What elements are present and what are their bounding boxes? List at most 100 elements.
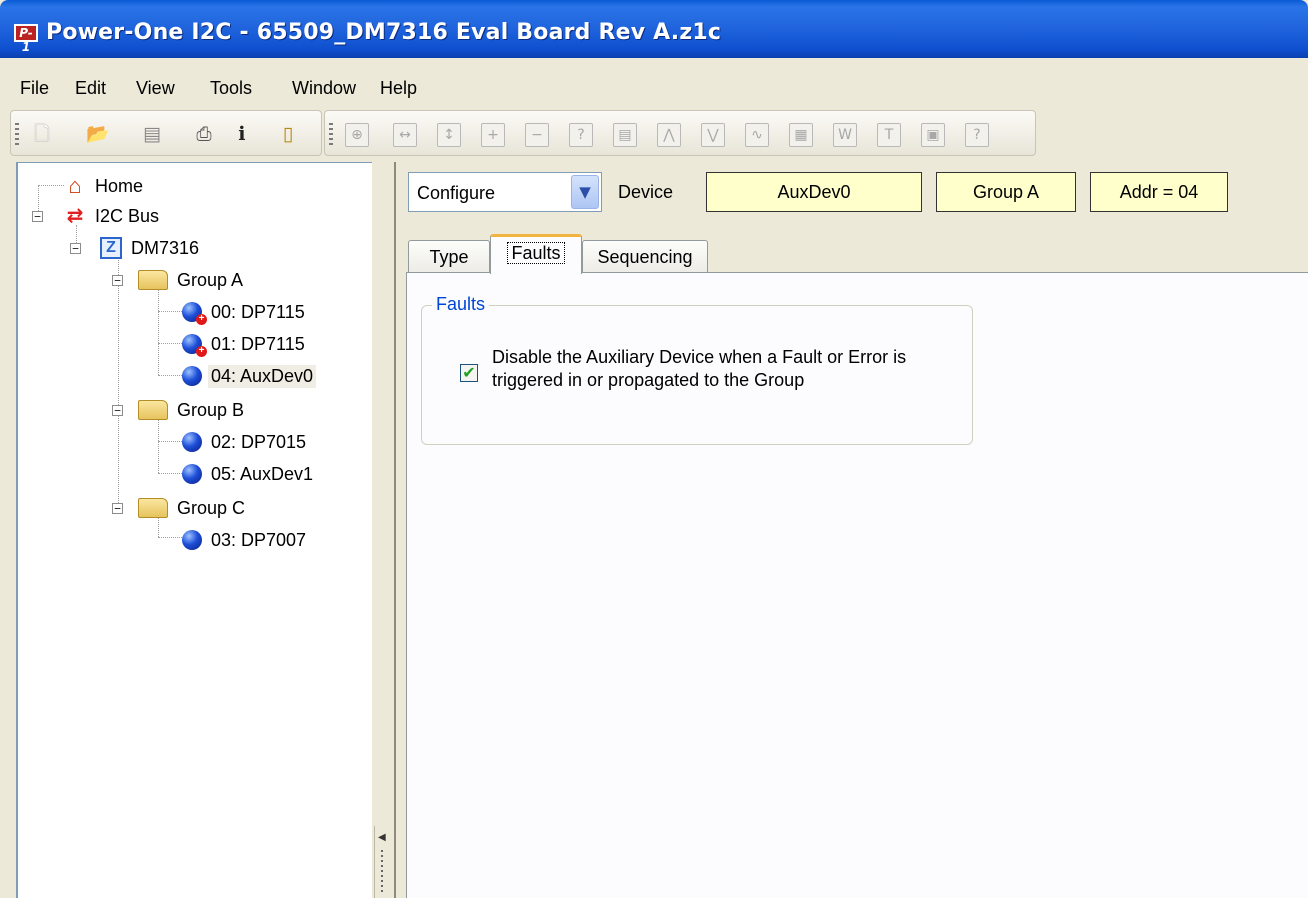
tree-item-label: 01: DP7115 <box>211 333 305 354</box>
menu-tools[interactable]: Tools <box>210 78 252 99</box>
menu-window[interactable]: Window <box>292 78 356 99</box>
tree-item-group-a[interactable]: Group A <box>138 265 246 295</box>
zoom-out-icon[interactable]: − <box>525 123 549 147</box>
rise-icon[interactable]: ⋀ <box>657 123 681 147</box>
disable-on-fault-checkbox[interactable]: ✔ <box>460 364 478 382</box>
bus-arrows-icon: ⇄ <box>66 205 84 227</box>
tree-item-home[interactable]: ⌂ Home <box>64 171 146 201</box>
fit-horizontal-icon[interactable]: ↔ <box>393 123 417 147</box>
tree-item-label: 05: AuxDev1 <box>211 463 314 484</box>
new-file-icon[interactable]: 🗋 <box>29 121 55 147</box>
board-icon: Z <box>100 237 122 259</box>
device-error-icon: + <box>182 334 207 357</box>
tree-item-dev-02[interactable]: 02: DP7015 <box>182 427 309 457</box>
exit-door-icon[interactable]: ▯ <box>275 121 301 147</box>
collapse-toggle[interactable]: − <box>112 405 123 416</box>
collapse-left-icon[interactable]: ◀ <box>378 832 386 843</box>
tree-item-label: 02: DP7015 <box>211 431 307 452</box>
tree-item-dev-05[interactable]: 05: AuxDev1 <box>182 459 316 489</box>
tree-item-label: Group B <box>177 399 245 420</box>
tools-toolbar: ⊕ ↔ ↕ + − ? ▤ ⋀ ⋁ ∿ ▦ W T ▣ ? <box>324 110 1036 156</box>
tree-item-label: Group A <box>177 269 244 290</box>
help-icon[interactable]: ? <box>965 123 989 147</box>
menu-edit[interactable]: Edit <box>75 78 106 99</box>
context-help-icon[interactable]: ? <box>569 123 593 147</box>
zoom-fit-icon[interactable]: ⊕ <box>345 123 369 147</box>
tree-item-label: DM7316 <box>131 237 200 258</box>
tree-connector <box>158 289 159 375</box>
device-config-pane: Configure ▼ Device AuxDev0 Group A Addr … <box>394 162 1308 898</box>
splitter-handle[interactable]: ◀ <box>374 826 390 898</box>
device-icon <box>182 432 202 452</box>
menu-bar: File Edit View Tools Window Help <box>0 58 1308 110</box>
tree-item-dev-00[interactable]: + 00: DP7115 <box>182 297 308 327</box>
tree-connector <box>158 375 184 376</box>
faults-groupbox: Faults ✔ Disable the Auxiliary Device wh… <box>421 294 973 445</box>
menu-file[interactable]: File <box>20 78 49 99</box>
fit-vertical-icon[interactable]: ↕ <box>437 123 461 147</box>
mode-select[interactable]: Configure ▼ <box>408 172 602 212</box>
panel-splitter[interactable] <box>372 162 394 898</box>
tree-item-label: Group C <box>177 497 246 518</box>
disable-on-fault-label[interactable]: Disable the Auxiliary Device when a Faul… <box>492 346 952 392</box>
tab-faults[interactable]: Faults <box>490 234 582 274</box>
tree-item-label: 00: DP7115 <box>211 301 305 322</box>
collapse-toggle[interactable]: − <box>32 211 43 222</box>
faults-group-title: Faults <box>432 294 490 315</box>
device-icon <box>182 366 202 386</box>
collapse-toggle[interactable]: − <box>112 503 123 514</box>
tree-item-dev-03[interactable]: 03: DP7007 <box>182 525 309 555</box>
device-icon <box>182 464 202 484</box>
toolbar-grip-2[interactable] <box>329 123 333 147</box>
info-icon[interactable]: ℹ <box>229 121 255 147</box>
tree-connector <box>38 185 64 186</box>
tab-type[interactable]: Type <box>408 240 490 274</box>
tree-connector <box>158 343 184 344</box>
tree-item-group-c[interactable]: Group C <box>138 493 248 523</box>
save-icon[interactable]: ▤ <box>139 121 165 147</box>
tree-connector <box>158 311 184 312</box>
chevron-down-icon[interactable]: ▼ <box>571 175 599 209</box>
tree-connector <box>158 441 184 442</box>
tree-item-dm7316[interactable]: Z DM7316 <box>100 233 202 263</box>
tree-item-i2c-bus[interactable]: ⇄ I2C Bus <box>64 201 162 231</box>
fall-icon[interactable]: ⋁ <box>701 123 725 147</box>
device-tree: ⌂ Home − ⇄ I2C Bus − Z DM7316 − Group A … <box>16 162 372 898</box>
toolbar-grip[interactable] <box>15 123 19 147</box>
tree-item-group-b[interactable]: Group B <box>138 395 247 425</box>
splitter-grip <box>381 850 383 894</box>
faults-tab-panel: Faults ✔ Disable the Auxiliary Device wh… <box>406 272 1308 898</box>
tree-item-dev-04[interactable]: 04: AuxDev0 <box>182 361 317 391</box>
print-icon[interactable]: ⎙ <box>191 121 217 147</box>
collapse-toggle[interactable]: − <box>112 275 123 286</box>
tree-item-label: Home <box>95 175 144 196</box>
tree-item-dev-01[interactable]: + 01: DP7115 <box>182 329 308 359</box>
folder-open-icon <box>138 498 168 518</box>
tab-sequencing[interactable]: Sequencing <box>582 240 708 274</box>
copy-icon[interactable]: ▣ <box>921 123 945 147</box>
collapse-toggle[interactable]: − <box>70 243 81 254</box>
zoom-in-icon[interactable]: + <box>481 123 505 147</box>
mode-select-value: Configure <box>417 183 496 203</box>
tree-connector <box>118 257 119 507</box>
tree-connector <box>158 417 159 473</box>
window-title: Power-One I2C - 65509_DM7316 Eval Board … <box>46 20 722 45</box>
menu-view[interactable]: View <box>136 78 175 99</box>
title-bar: P-1 Power-One I2C - 65509_DM7316 Eval Bo… <box>0 0 1308 58</box>
folder-open-icon <box>138 400 168 420</box>
device-icon <box>182 530 202 550</box>
waveform-table-icon[interactable]: ▤ <box>613 123 637 147</box>
w-icon[interactable]: W <box>833 123 857 147</box>
open-folder-icon[interactable]: 📂 <box>85 121 111 147</box>
text-icon[interactable]: T <box>877 123 901 147</box>
toolbar: 🗋 📂 ▤ ⎙ ℹ ▯ ⊕ ↔ ↕ + − ? ▤ ⋀ ⋁ ∿ ▦ W T ▣ … <box>0 110 1308 162</box>
tab-faults-label: Faults <box>507 242 565 264</box>
app-logo-icon: P-1 <box>14 24 38 54</box>
tree-item-label: 04: AuxDev0 <box>208 364 317 388</box>
tree-item-label: 03: DP7007 <box>211 529 307 550</box>
tree-item-label: I2C Bus <box>95 205 160 226</box>
menu-help[interactable]: Help <box>380 78 417 99</box>
grid-icon[interactable]: ▦ <box>789 123 813 147</box>
tree-connector <box>158 473 184 474</box>
waveform-icon[interactable]: ∿ <box>745 123 769 147</box>
